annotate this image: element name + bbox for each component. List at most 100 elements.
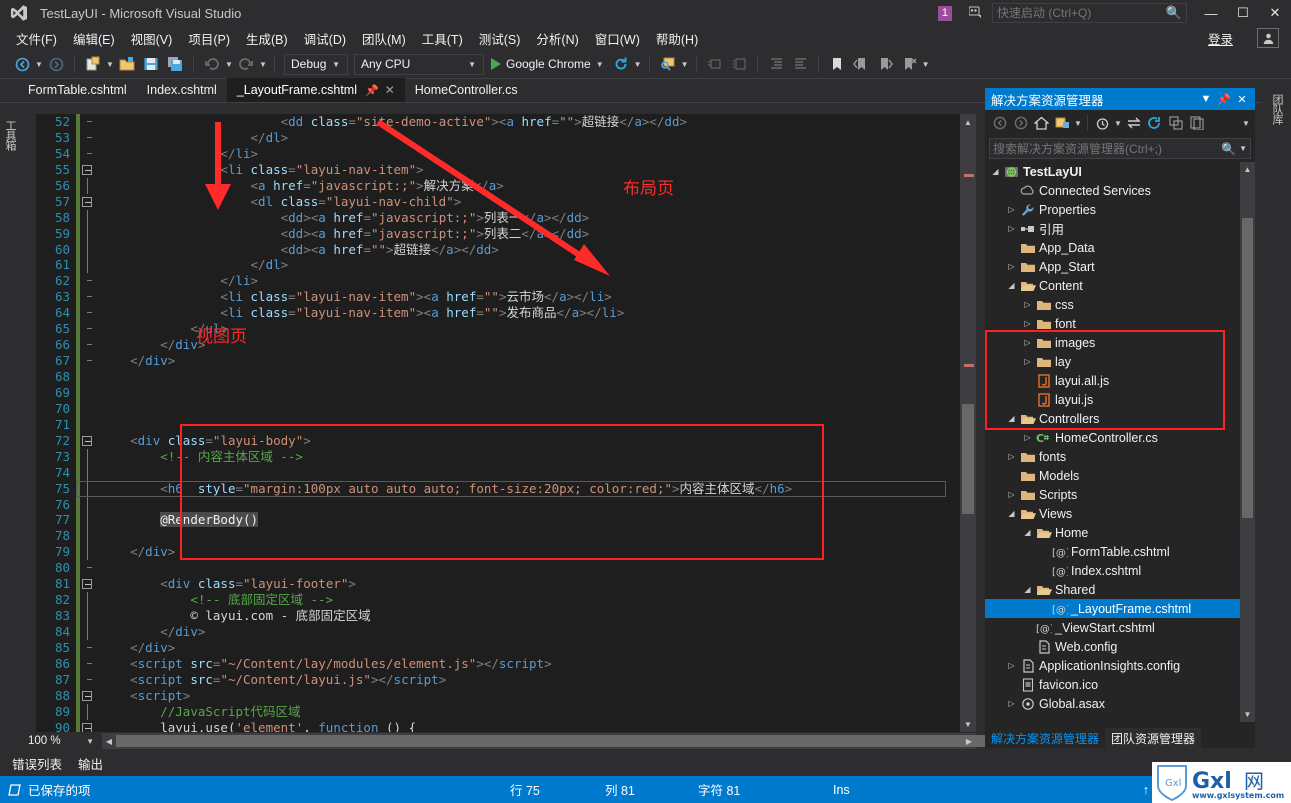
scroll-up-icon[interactable]: ▲ <box>960 114 976 130</box>
tree-item[interactable]: ▷ 引用 <box>985 219 1255 238</box>
scroll-up-icon[interactable]: ▲ <box>1240 162 1255 177</box>
expander-closed-icon[interactable]: ▷ <box>1005 205 1018 214</box>
outlining-margin[interactable] <box>80 273 96 289</box>
menu-window[interactable]: 窗口(W) <box>587 27 648 50</box>
outlining-margin[interactable] <box>80 385 96 401</box>
code-line[interactable]: 61 </dl> <box>36 257 976 274</box>
menu-team[interactable]: 团队(M) <box>354 27 414 50</box>
tree-item[interactable]: [@]Index.cshtml <box>985 561 1255 580</box>
tree-item[interactable]: ▷ Properties <box>985 200 1255 219</box>
menu-build[interactable]: 生成(B) <box>238 27 296 50</box>
outlining-margin[interactable] <box>80 656 96 672</box>
new-project-dropdown-icon[interactable]: ▼ <box>105 60 115 69</box>
code-line[interactable]: 82 <!-- 底部固定区域 --> <box>36 592 976 609</box>
sign-in-link[interactable]: 登录 <box>1208 29 1233 48</box>
prev-bookmark-icon[interactable] <box>850 53 872 75</box>
outlining-margin[interactable] <box>80 194 96 210</box>
expander-closed-icon[interactable]: ▷ <box>1005 224 1018 233</box>
menu-test[interactable]: 测试(S) <box>471 27 529 50</box>
expander-closed-icon[interactable]: ▷ <box>1005 699 1018 708</box>
refresh-icon[interactable] <box>610 53 632 75</box>
code-line[interactable]: 90 layui.use('element', function () { <box>36 719 976 732</box>
tree-item[interactable]: App_Data <box>985 238 1255 257</box>
outlining-margin[interactable] <box>80 592 96 609</box>
tab-layoutframe[interactable]: _LayoutFrame.cshtml 📌 ✕ <box>226 78 405 102</box>
chevron-down-icon[interactable]: ▼ <box>1197 93 1215 105</box>
right-dock-strip[interactable]: 团队库 <box>1262 88 1291 748</box>
outlining-margin[interactable] <box>80 528 96 545</box>
refresh-icon[interactable] <box>1144 113 1165 134</box>
code-line[interactable]: 57 <dl class="layui-nav-child"> <box>36 193 976 210</box>
outlining-margin[interactable] <box>80 162 96 178</box>
clear-bookmarks-icon[interactable] <box>898 53 920 75</box>
tree-item[interactable]: ◢ Content <box>985 276 1255 295</box>
nav-back-dropdown-icon[interactable]: ▼ <box>34 60 44 69</box>
home-icon[interactable] <box>1031 113 1052 134</box>
code-line[interactable]: 86 <script src="~/Content/lay/modules/el… <box>36 655 976 672</box>
solution-configuration-combo[interactable]: Debug ▼ <box>284 53 348 75</box>
expander-open-icon[interactable]: ◢ <box>989 167 1002 176</box>
scroll-left-icon[interactable]: ◀ <box>102 733 116 749</box>
save-all-icon[interactable] <box>164 53 186 75</box>
collapse-box-icon[interactable] <box>82 579 92 590</box>
expander-closed-icon[interactable]: ▷ <box>1021 319 1034 328</box>
menu-view[interactable]: 视图(V) <box>123 27 181 50</box>
solution-explorer-search[interactable]: 🔍 ▼ <box>989 138 1251 159</box>
undo-dropdown-icon[interactable]: ▼ <box>224 60 234 69</box>
tree-item[interactable]: ▷ ApplicationInsights.config <box>985 656 1255 675</box>
code-line[interactable]: 67 </div> <box>36 353 976 369</box>
refresh-dropdown-icon[interactable]: ▼ <box>633 60 643 69</box>
code-line[interactable]: 65 </ul> <box>36 321 976 338</box>
outlining-margin[interactable] <box>80 576 96 592</box>
close-button[interactable]: ✕ <box>1259 0 1291 26</box>
scroll-thumb-horizontal[interactable] <box>116 735 996 747</box>
find-icon[interactable] <box>657 53 679 75</box>
chevron-down-icon[interactable]: ▼ <box>1113 119 1123 128</box>
outlining-margin[interactable] <box>80 703 96 720</box>
tree-item[interactable]: ◢ Shared <box>985 580 1255 599</box>
outlining-margin[interactable] <box>80 289 96 305</box>
source-control-up-arrow-icon[interactable]: ↑ <box>1143 783 1149 797</box>
collapse-all-icon[interactable] <box>1165 113 1186 134</box>
tree-item-selected[interactable]: [@]_LayoutFrame.cshtml <box>985 599 1255 618</box>
code-editor[interactable]: 52 <dd class="site-demo-active"><a href=… <box>18 114 976 732</box>
tree-item[interactable]: favicon.ico <box>985 675 1255 694</box>
code-line[interactable]: 89 //JavaScript代码区域 <box>36 703 976 720</box>
expander-open-icon[interactable]: ◢ <box>1005 509 1018 518</box>
expander-closed-icon[interactable]: ▷ <box>1021 433 1034 442</box>
tree-item[interactable]: Web.config <box>985 637 1255 656</box>
code-line[interactable]: 53 </dl> <box>36 129 976 146</box>
outlining-margin[interactable] <box>80 177 96 194</box>
outlining-margin[interactable] <box>80 417 96 433</box>
code-line[interactable]: 56 <a href="javascript:;">解决方案</a> <box>36 177 976 194</box>
redo-icon[interactable] <box>235 53 257 75</box>
collapse-box-icon[interactable] <box>82 722 92 732</box>
uncomment-icon[interactable] <box>728 53 750 75</box>
pin-icon[interactable]: 📌 <box>365 84 379 97</box>
tree-item[interactable]: ◢ Views <box>985 504 1255 523</box>
outlining-margin[interactable] <box>80 130 96 146</box>
outlining-margin[interactable] <box>80 720 96 732</box>
tree-item[interactable]: [@]_ViewStart.cshtml <box>985 618 1255 637</box>
tree-vertical-scrollbar[interactable]: ▲ ▼ <box>1240 162 1255 722</box>
code-line[interactable]: 52 <dd class="site-demo-active"><a href=… <box>36 114 976 130</box>
outlining-margin[interactable] <box>80 257 96 274</box>
toolbox-tab-label[interactable]: 工具箱 <box>0 114 20 156</box>
start-debugging-button[interactable]: Google Chrome ▼ <box>491 57 609 71</box>
code-line[interactable]: 55 <li class="layui-nav-item"> <box>36 161 976 178</box>
scroll-right-icon[interactable]: ▶ <box>962 733 976 749</box>
feedback-icon[interactable]: 1 <box>926 5 952 21</box>
menu-tools[interactable]: 工具(T) <box>414 27 471 50</box>
solution-search-input[interactable] <box>993 141 1222 156</box>
minimize-button[interactable]: — <box>1195 0 1227 26</box>
account-icon[interactable] <box>1257 28 1279 48</box>
code-line[interactable]: 81 <div class="layui-footer"> <box>36 576 976 593</box>
quick-launch-input[interactable] <box>997 6 1166 20</box>
scroll-thumb[interactable] <box>962 404 974 514</box>
scroll-down-icon[interactable]: ▼ <box>960 716 976 732</box>
tab-team-explorer[interactable]: 团队资源管理器 <box>1105 728 1202 748</box>
outlining-margin[interactable] <box>80 369 96 385</box>
code-line[interactable]: 59 <dd><a href="javascript:;">列表二</a></d… <box>36 225 976 242</box>
tree-item[interactable]: ▷ Scripts <box>985 485 1255 504</box>
editor-horizontal-scrollbar[interactable]: ◀ ▶ <box>102 733 996 749</box>
